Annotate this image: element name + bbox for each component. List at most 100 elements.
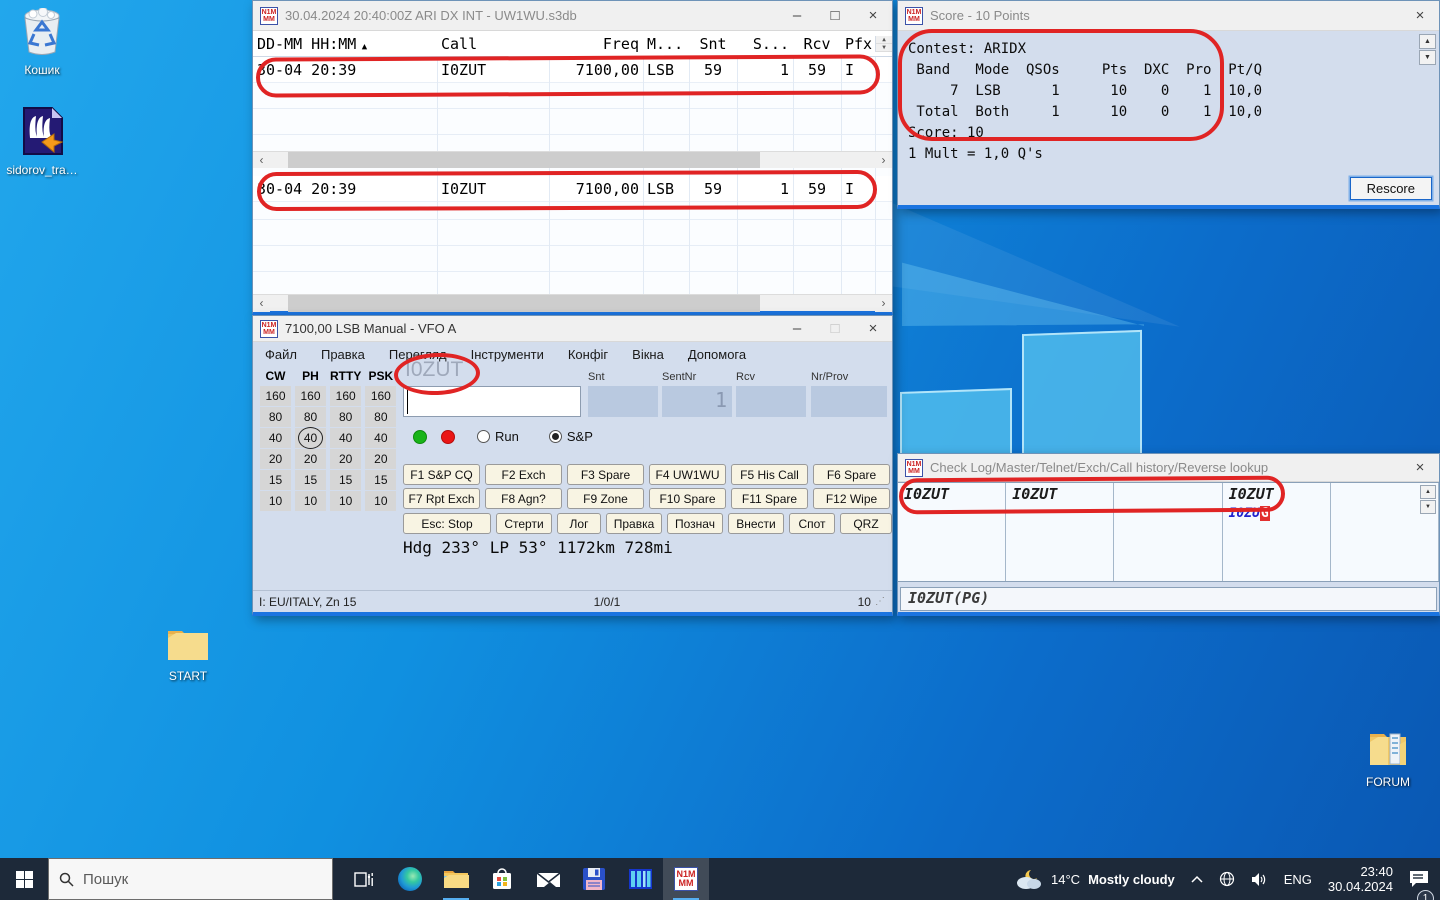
action-button[interactable]: Esc: Stop <box>403 513 491 534</box>
action-button[interactable]: Познач <box>667 513 723 534</box>
fkey-button[interactable]: F5 His Call <box>731 464 808 485</box>
menu-item-Інструменти[interactable]: Інструменти <box>471 347 544 362</box>
floppy-app-button[interactable] <box>571 858 617 900</box>
maximize-button[interactable]: □ <box>816 1 854 30</box>
band-button-RTTY-20[interactable]: 20 <box>330 449 361 469</box>
check-scroll-spinner[interactable]: ▲ ▼ <box>1420 485 1436 515</box>
n1mm-taskbar-button[interactable]: N1MMM <box>663 858 709 900</box>
log-column-header[interactable]: Rcv <box>793 35 841 53</box>
band-button-CW-10[interactable]: 10 <box>260 491 291 511</box>
band-button-PSK-160[interactable]: 160 <box>365 386 396 406</box>
action-button[interactable]: Стерти <box>496 513 552 534</box>
action-button[interactable]: Правка <box>606 513 662 534</box>
band-button-CW-40[interactable]: 40 <box>260 428 291 448</box>
action-center-button[interactable]: 1 <box>1402 858 1436 900</box>
check-call-entry[interactable]: I0ZUT <box>904 484 999 504</box>
menu-item-Правка[interactable]: Правка <box>321 347 365 362</box>
band-button-PSK-40[interactable]: 40 <box>365 428 396 448</box>
clock-widget[interactable]: 23:40 30.04.2024 <box>1321 858 1400 900</box>
spin-down-icon[interactable]: ▼ <box>876 44 892 52</box>
score-scroll-spinner[interactable]: ▲ ▼ <box>1419 34 1436 66</box>
band-button-PH-10[interactable]: 10 <box>295 491 326 511</box>
fkey-button[interactable]: F4 UW1WU <box>649 464 726 485</box>
start-button[interactable] <box>0 858 48 900</box>
fkey-button[interactable]: F9 Zone <box>567 488 644 509</box>
log-qso-row[interactable]: 30-04 20:39I0ZUT7100,00LSB59159I <box>253 176 892 202</box>
spin-up-icon[interactable]: ▲ <box>1420 485 1436 499</box>
log-pane2-horizontal-scrollbar[interactable]: ‹ › <box>253 294 892 311</box>
menu-item-Файл[interactable]: Файл <box>265 347 297 362</box>
log-column-header[interactable]: S... <box>737 35 793 53</box>
radio-circle-icon[interactable] <box>477 430 490 443</box>
desktop-icon-start-folder[interactable]: START <box>152 626 224 683</box>
scroll-right-icon[interactable]: › <box>875 152 892 169</box>
menu-item-Конфіг[interactable]: Конфіг <box>568 347 608 362</box>
check-call-entry[interactable]: I0ZUT <box>1012 484 1107 504</box>
check-column-3[interactable] <box>1114 483 1222 581</box>
language-indicator[interactable]: ENG <box>1277 858 1319 900</box>
spin-up-icon[interactable]: ▲ <box>876 36 892 44</box>
fkey-button[interactable]: F11 Spare <box>731 488 808 509</box>
rescore-button[interactable]: Rescore <box>1350 177 1432 200</box>
band-button-PSK-10[interactable]: 10 <box>365 491 396 511</box>
spin-down-icon[interactable]: ▼ <box>1419 50 1436 65</box>
resize-grip-icon[interactable]: ⋰ <box>875 596 886 607</box>
check-partial-entry[interactable]: I0ZUG <box>1229 504 1324 524</box>
band-button-RTTY-80[interactable]: 80 <box>330 407 361 427</box>
edge-browser-button[interactable] <box>387 858 433 900</box>
desktop-icon-sidorov-file[interactable]: sidorov_tra… <box>6 106 78 177</box>
fkey-button[interactable]: F1 S&P CQ <box>403 464 480 485</box>
check-column-2[interactable]: I0ZUT <box>1006 483 1114 581</box>
band-button-PH-15[interactable]: 15 <box>295 470 326 490</box>
menu-item-Вікна[interactable]: Вікна <box>632 347 664 362</box>
microsoft-store-button[interactable] <box>479 858 525 900</box>
field-input-Snt[interactable] <box>588 386 658 417</box>
log-column-header[interactable]: Pfx <box>841 35 875 53</box>
network-button[interactable] <box>1212 858 1242 900</box>
check-column-1[interactable]: I0ZUT <box>898 483 1006 581</box>
log-column-header[interactable]: DD-MM HH:MM ▲ <box>253 35 437 53</box>
scroll-left-icon[interactable]: ‹ <box>253 152 270 169</box>
band-button-PSK-80[interactable]: 80 <box>365 407 396 427</box>
spin-up-icon[interactable]: ▲ <box>1419 34 1436 49</box>
desktop-icon-forum-folder[interactable]: FORUM <box>1352 728 1424 789</box>
scrollbar-thumb[interactable] <box>288 295 760 312</box>
fkey-button[interactable]: F7 Rpt Exch <box>403 488 480 509</box>
check-column-4[interactable]: I0ZUTI0ZUG <box>1223 483 1331 581</box>
log-column-header[interactable]: Freq <box>549 35 643 53</box>
scroll-left-icon[interactable]: ‹ <box>253 295 270 312</box>
band-button-PH-20[interactable]: 20 <box>295 449 326 469</box>
action-button[interactable]: Внести <box>728 513 784 534</box>
desktop-icon-recycle-bin[interactable]: Кошик <box>6 8 78 77</box>
tray-expand-button[interactable] <box>1184 858 1210 900</box>
log-column-header[interactable]: M... <box>643 35 689 53</box>
scrollbar-thumb[interactable] <box>288 152 760 169</box>
taskbar-search-box[interactable]: Пошук <box>48 858 333 900</box>
maximize-button[interactable]: □ <box>816 316 854 341</box>
close-button[interactable]: × <box>1401 1 1439 30</box>
log-column-header[interactable]: Call <box>437 35 549 53</box>
close-button[interactable]: × <box>1401 454 1439 481</box>
action-button[interactable]: QRZ <box>840 513 892 534</box>
minimize-button[interactable]: – <box>778 316 816 341</box>
fkey-button[interactable]: F6 Spare <box>813 464 890 485</box>
minimize-button[interactable]: – <box>778 1 816 30</box>
log-column-header[interactable]: Snt <box>689 35 737 53</box>
field-input-SentNr[interactable]: 1 <box>662 386 732 417</box>
band-button-CW-80[interactable]: 80 <box>260 407 291 427</box>
scroll-right-icon[interactable]: › <box>875 295 892 312</box>
fkey-button[interactable]: F2 Exch <box>485 464 562 485</box>
field-input-Rcv[interactable] <box>736 386 806 417</box>
mail-button[interactable] <box>525 858 571 900</box>
task-view-button[interactable] <box>341 858 387 900</box>
band-button-PH-80[interactable]: 80 <box>295 407 326 427</box>
action-button[interactable]: Спот <box>789 513 835 534</box>
close-button[interactable]: × <box>854 316 892 341</box>
band-button-CW-20[interactable]: 20 <box>260 449 291 469</box>
log-qso-row[interactable]: 30-04 20:39I0ZUT7100,00LSB59159I <box>253 57 892 83</box>
spin-down-icon[interactable]: ▼ <box>1420 500 1436 514</box>
file-explorer-button[interactable] <box>433 858 479 900</box>
volume-button[interactable] <box>1244 858 1275 900</box>
log-header-spinner[interactable]: ▲▼ <box>875 36 892 52</box>
fkey-button[interactable]: F10 Spare <box>649 488 726 509</box>
